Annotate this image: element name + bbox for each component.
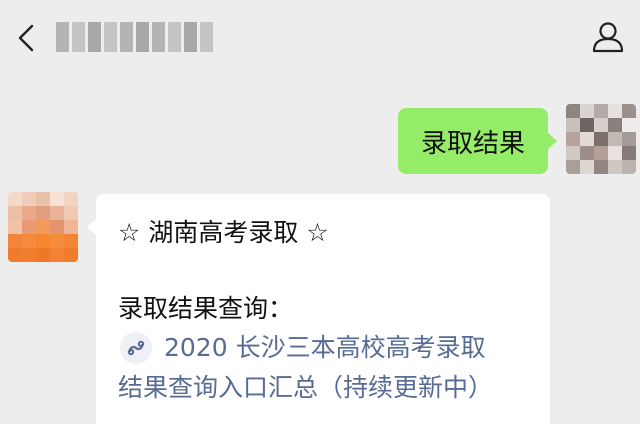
mini-program-icon: [120, 332, 152, 364]
person-icon: [592, 22, 624, 53]
chat-title-pixelated: [56, 22, 213, 52]
chevron-left-icon: [18, 24, 34, 52]
chat-header: [0, 0, 640, 78]
my-avatar[interactable]: [566, 104, 636, 174]
mini-program-link[interactable]: 2020 长沙三本高校高考录取: [118, 328, 530, 368]
mini-program-link-text-line1[interactable]: 2020 长沙三本高校高考录取: [164, 328, 486, 368]
message-subheading: 录取结果查询：: [118, 294, 294, 323]
outgoing-message-text: 录取结果: [420, 128, 525, 159]
chat-info-button[interactable]: [586, 14, 630, 60]
sender-avatar[interactable]: [8, 192, 78, 262]
incoming-message-bubble: ☆ 湖南高考录取 ☆ 录取结果查询： 2020 长沙三本高校高考录取 结果查询入…: [87, 194, 550, 424]
back-button[interactable]: [6, 16, 46, 60]
outgoing-message-bubble[interactable]: 录取结果: [398, 108, 557, 174]
message-heading: ☆ 湖南高考录取 ☆: [118, 218, 329, 247]
chat-screen: 录取结果 ☆ 湖南高考录取 ☆ 录取结果查询： 2020 长沙三本高校高考录取: [0, 0, 640, 424]
mini-program-link-text-line2[interactable]: 结果查询入口汇总（持续更新中）: [118, 368, 530, 408]
